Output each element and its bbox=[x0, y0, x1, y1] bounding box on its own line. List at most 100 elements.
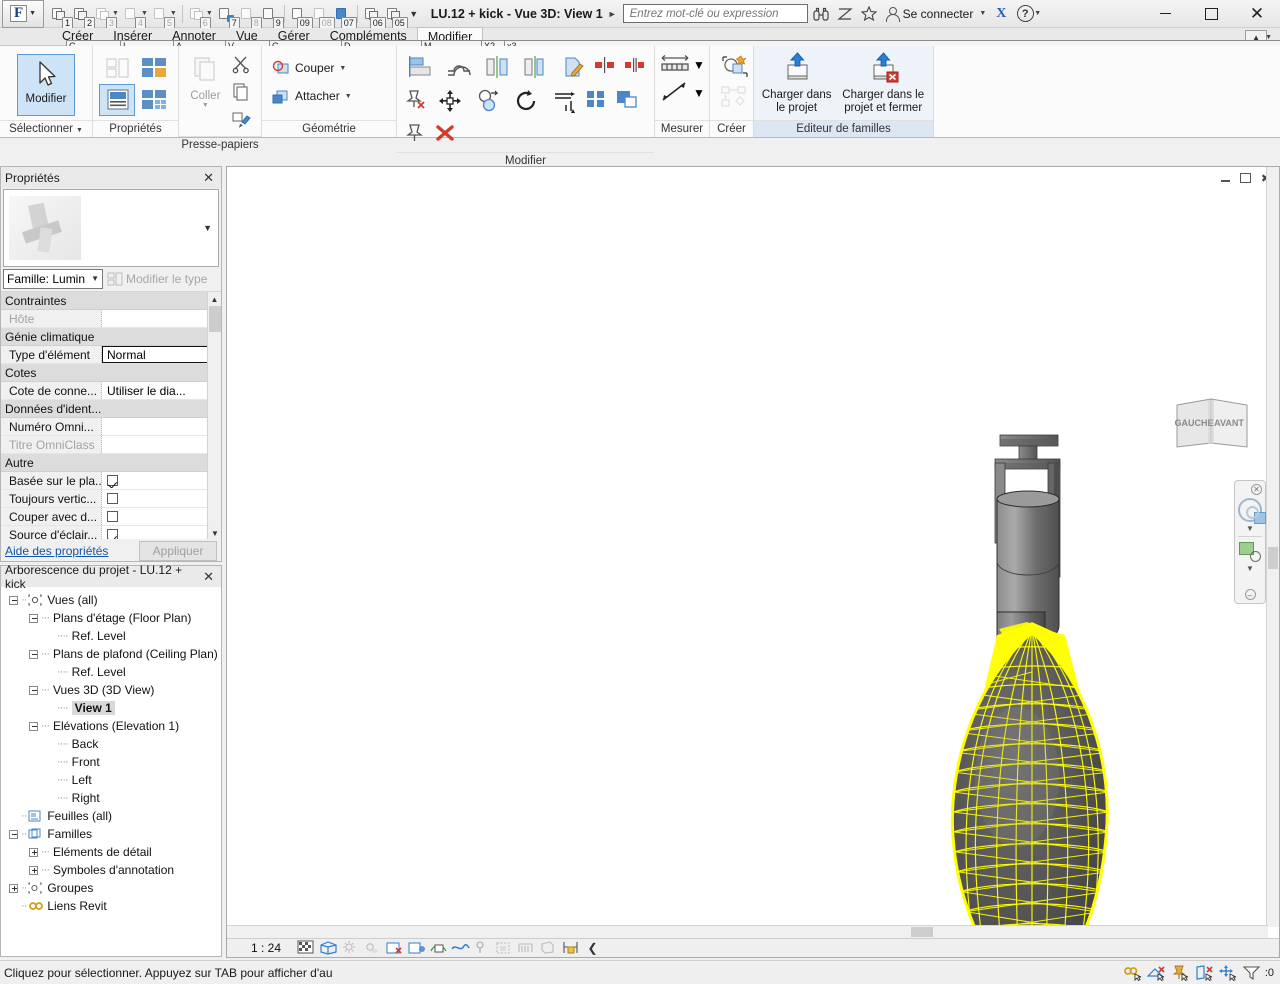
navigation-bar[interactable]: ✕ ▼ ▼ – bbox=[1234, 480, 1266, 604]
expand-toggle-icon[interactable] bbox=[9, 883, 18, 893]
tree-node-back[interactable]: ···· Back bbox=[7, 735, 221, 753]
cut-geometry-button[interactable]: Couper ▼ bbox=[267, 54, 350, 82]
properties-palette-button[interactable] bbox=[99, 84, 135, 116]
cut-button[interactable] bbox=[229, 52, 257, 80]
qat-open-button[interactable]: 1 bbox=[48, 2, 73, 29]
property-value[interactable] bbox=[102, 436, 221, 453]
move-button[interactable] bbox=[431, 84, 469, 118]
panel-label-selectionner[interactable]: Sélectionner ▼ bbox=[0, 120, 92, 137]
window-restore-button[interactable] bbox=[1188, 0, 1234, 28]
analytical-model-icon[interactable] bbox=[517, 940, 536, 956]
exchange-apps-icon[interactable]: X bbox=[990, 3, 1012, 25]
reference-plane-lock-icon[interactable] bbox=[561, 940, 580, 956]
property-group-contraintes[interactable]: Contraintes ^ bbox=[1, 292, 221, 310]
tree-node-right[interactable]: ···· Right bbox=[7, 789, 221, 807]
tree-node-plans-de-plafond[interactable]: ··· Plans de plafond (Ceiling Plan) bbox=[7, 645, 221, 663]
tree-node-vues-all[interactable]: ·· Vues (all) bbox=[7, 591, 221, 609]
collapse-toggle-icon[interactable] bbox=[9, 829, 18, 839]
qat-print-button[interactable]: 6 bbox=[186, 2, 211, 29]
family-type-selector[interactable]: Famille: Lumin ▼ bbox=[3, 268, 103, 289]
help-button[interactable]: ? bbox=[1014, 3, 1036, 25]
tree-node-ref-level-ceiling[interactable]: ···· Ref. Level bbox=[7, 663, 221, 681]
tree-node-familles[interactable]: ·· Familles bbox=[7, 825, 221, 843]
window-close-button[interactable]: ✕ bbox=[1234, 0, 1280, 28]
collapse-toggle-icon[interactable] bbox=[29, 685, 38, 695]
tab-inserer[interactable]: Insérer bbox=[103, 27, 162, 45]
tree-node-groupes[interactable]: ·· Groupes bbox=[7, 879, 221, 897]
ribbon-minimize-button[interactable]: ▲ bbox=[1245, 30, 1268, 45]
application-menu-button[interactable]: F ▼ bbox=[2, 0, 44, 28]
scrollbar-thumb[interactable] bbox=[209, 306, 221, 332]
vertical-scrollbar-thumb[interactable] bbox=[1268, 547, 1278, 569]
community-icon[interactable] bbox=[834, 3, 856, 25]
property-group-genie-climatique[interactable]: Génie climatique ^ bbox=[1, 328, 221, 346]
tab-creer[interactable]: Créer bbox=[52, 27, 103, 45]
paste-button[interactable]: Coller ▼ bbox=[182, 52, 229, 109]
chevron-down-icon[interactable]: ▼ bbox=[91, 274, 99, 283]
tab-annoter[interactable]: Annoter bbox=[162, 27, 226, 45]
apply-button[interactable]: Appliquer bbox=[139, 541, 217, 561]
window-minimize-button[interactable] bbox=[1142, 0, 1188, 28]
search-input[interactable] bbox=[627, 6, 803, 21]
sign-in-button[interactable]: Se connecter ▼ bbox=[884, 6, 989, 22]
property-group-donnees-identification[interactable]: Données d'ident... ^ bbox=[1, 400, 221, 418]
copy-element-button[interactable] bbox=[469, 84, 507, 118]
delete-button[interactable] bbox=[431, 118, 461, 152]
tab-gerer[interactable]: Gérer bbox=[268, 27, 320, 45]
collapse-toggle-icon[interactable] bbox=[29, 613, 38, 623]
view-horizontal-scrollbar[interactable] bbox=[227, 925, 1268, 938]
measure-between-dropdown-icon[interactable]: ▼ bbox=[693, 86, 705, 100]
property-group-autre[interactable]: Autre ^ bbox=[1, 454, 221, 472]
qat-thin-lines-button[interactable]: 07 bbox=[332, 2, 357, 29]
steering-wheel-icon[interactable] bbox=[1238, 498, 1266, 524]
tree-node-left[interactable]: ···· Left bbox=[7, 771, 221, 789]
qat-close-hidden-button[interactable]: 06 bbox=[361, 2, 386, 29]
attach-geometry-button[interactable]: Attacher ▼ bbox=[267, 82, 356, 110]
property-row[interactable]: Toujours vertic... bbox=[1, 490, 221, 508]
expand-toggle-icon[interactable] bbox=[29, 847, 38, 857]
edit-type-button[interactable]: Modifier le type bbox=[107, 271, 207, 287]
property-row[interactable]: Cote de conne... Utiliser le dia... bbox=[1, 382, 221, 400]
tree-node-symboles-dannotation[interactable]: ··· Symboles d'annotation bbox=[7, 861, 221, 879]
tab-vue[interactable]: Vue bbox=[226, 27, 268, 45]
drawing-area[interactable]: ✖ bbox=[226, 166, 1280, 984]
filter-icon[interactable] bbox=[1242, 963, 1264, 983]
unpin-button[interactable] bbox=[401, 84, 431, 118]
horizontal-scrollbar-thumb[interactable] bbox=[911, 927, 933, 937]
trim-extend-button[interactable] bbox=[545, 84, 583, 118]
property-value[interactable] bbox=[102, 418, 221, 435]
zoom-tools-icon[interactable] bbox=[1239, 542, 1261, 562]
mirror-draw-axis-button[interactable] bbox=[515, 50, 553, 84]
tree-node-ref-level-floor[interactable]: ···· Ref. Level bbox=[7, 627, 221, 645]
property-row[interactable]: Titre OmniClass bbox=[1, 436, 221, 454]
measure-along-button[interactable]: ▼ bbox=[659, 52, 705, 78]
select-links-icon[interactable] bbox=[1122, 963, 1144, 983]
measure-dropdown-icon[interactable]: ▼ bbox=[693, 58, 705, 72]
checkbox-basee-sur-le-plan[interactable] bbox=[107, 475, 118, 486]
qat-sync-button[interactable]: 3 bbox=[92, 2, 117, 29]
edit-sketch-button[interactable] bbox=[553, 50, 591, 84]
properties-help-link[interactable]: Aide des propriétés bbox=[5, 544, 108, 558]
shadows-icon[interactable] bbox=[363, 940, 382, 956]
render-dialog-icon[interactable] bbox=[385, 940, 404, 956]
mirror-pick-axis-button[interactable] bbox=[477, 50, 515, 84]
collapse-toggle-icon[interactable] bbox=[9, 595, 18, 605]
offset-button[interactable] bbox=[439, 50, 477, 84]
checkbox-toujours-vertical[interactable] bbox=[107, 493, 118, 504]
expand-toggle-icon[interactable] bbox=[29, 865, 38, 875]
tree-node-liens-revit[interactable]: ·· Liens Revit bbox=[7, 897, 221, 915]
split-with-gap-button[interactable] bbox=[621, 50, 651, 84]
copy-button[interactable] bbox=[229, 80, 257, 108]
load-and-close-button[interactable]: Charger dans le projet et fermer bbox=[836, 50, 930, 115]
ribbon-options-icon[interactable]: ▼ bbox=[1265, 34, 1272, 41]
visual-style-icon[interactable] bbox=[319, 940, 338, 956]
qat-save-button[interactable]: 2 bbox=[70, 2, 95, 29]
project-browser-close-icon[interactable]: ✕ bbox=[200, 569, 217, 585]
favorites-star-icon[interactable] bbox=[858, 3, 880, 25]
qat-measure-button[interactable]: 7 bbox=[215, 2, 240, 29]
create-group-button[interactable] bbox=[713, 82, 751, 112]
tree-node-vues-3d[interactable]: ··· Vues 3D (3D View) bbox=[7, 681, 221, 699]
modify-button[interactable]: Modifier bbox=[17, 54, 75, 116]
view-cube[interactable]: GAUCHE AVANT bbox=[1173, 395, 1251, 457]
property-row[interactable]: Numéro Omni... bbox=[1, 418, 221, 436]
